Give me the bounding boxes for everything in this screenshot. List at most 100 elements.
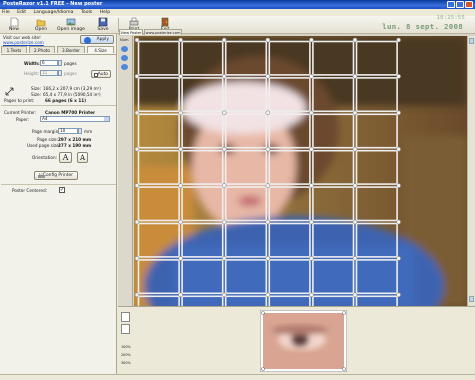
zoom-in-icon[interactable]: [121, 46, 128, 52]
zoom-out-icon[interactable]: [121, 55, 128, 61]
page-tile: [268, 149, 311, 185]
page-tile: [312, 149, 355, 185]
grid-marker: [221, 146, 227, 152]
height-input[interactable]: 11: [40, 70, 58, 76]
zoom-100[interactable]: 100%: [121, 345, 131, 349]
vertical-scrollbar[interactable]: [467, 36, 475, 306]
grid-marker: [134, 37, 140, 43]
chevron-down-icon[interactable]: [104, 117, 109, 121]
zoom-300[interactable]: 300%: [121, 361, 131, 365]
page-tile: [355, 222, 398, 258]
page-size-value: 297 x 210 mm: [58, 137, 92, 142]
grid-marker: [221, 292, 227, 298]
tab-border[interactable]: 3.Border: [57, 46, 85, 53]
grid-marker: [352, 74, 358, 79]
grid-marker: [134, 74, 140, 79]
open-button[interactable]: Open: [30, 17, 52, 33]
pages-to-print-value: 66 pages (6 x 11): [45, 98, 87, 103]
tab-view-poster[interactable]: View Poster: [119, 29, 143, 35]
height-unit: pages: [64, 71, 77, 76]
width-input[interactable]: 6: [40, 60, 58, 66]
grid-marker: [352, 146, 358, 152]
page-tile: [224, 40, 268, 76]
page-tile: [355, 295, 398, 306]
printer-value: Canon MP700 Printer: [45, 110, 96, 115]
tab-size[interactable]: 4.Size: [87, 46, 114, 53]
poster-canvas[interactable]: [134, 36, 467, 306]
portrait-button[interactable]: A: [59, 152, 72, 163]
poster-centered-checkbox[interactable]: ✓: [59, 187, 65, 193]
zoom-200[interactable]: 200%: [121, 353, 131, 357]
page-icon[interactable]: [121, 324, 130, 334]
apply-label: Apply: [96, 37, 109, 42]
section-divider: [1, 184, 116, 185]
menu-file[interactable]: File: [2, 10, 10, 15]
grid-marker: [265, 219, 271, 225]
height-spinner[interactable]: [58, 70, 62, 76]
margin-unit: mm: [84, 129, 93, 134]
tab-photo[interactable]: 2.Photo: [29, 46, 55, 53]
auto-label: Auto: [97, 72, 108, 77]
settings-panel: Visit our web site! www.posterize.com Ap…: [0, 34, 117, 374]
grid-marker: [265, 292, 271, 298]
page-tile: [268, 259, 311, 295]
auto-toggle[interactable]: Auto: [91, 70, 111, 78]
open-image-button[interactable]: Open image: [56, 17, 86, 33]
paper-select[interactable]: A4: [40, 116, 110, 122]
margin-input[interactable]: 10: [58, 128, 78, 134]
resize-arrows-icon: [5, 87, 14, 96]
config-printer-button[interactable]: Config Printer: [34, 171, 78, 180]
page-tile: [137, 186, 180, 222]
margin-spinner[interactable]: [78, 128, 82, 134]
menu-language[interactable]: Language/Idioma: [34, 10, 74, 15]
auto-checkbox[interactable]: [94, 72, 98, 77]
exit-door-icon: [161, 17, 169, 27]
printer-icon: [38, 173, 45, 178]
page-tile: [137, 113, 180, 149]
tab-website[interactable]: www.posterize.com: [144, 29, 182, 35]
width-spinner[interactable]: [58, 60, 62, 66]
tab-texts[interactable]: 1.Texts: [1, 46, 27, 53]
close-button[interactable]: [465, 1, 473, 8]
menu-tools[interactable]: Tools: [81, 10, 92, 15]
window-title: PosteRazor v1.1 FREE - New poster: [3, 1, 103, 7]
grid-marker: [309, 183, 314, 188]
grid-marker: [265, 183, 271, 188]
page-tile: [181, 113, 224, 149]
page-tile: [312, 113, 355, 149]
scroll-down-button[interactable]: [469, 296, 474, 302]
grid-marker: [221, 183, 227, 188]
apply-button[interactable]: Apply: [80, 35, 114, 44]
page-tile: [355, 77, 398, 113]
landscape-button[interactable]: A: [77, 152, 88, 163]
save-button[interactable]: Save: [92, 17, 114, 33]
image-icon: [66, 18, 76, 26]
website-link[interactable]: www.posterize.com: [3, 40, 44, 45]
clock-display: 10:25:55: [436, 15, 465, 21]
scroll-up-button[interactable]: [469, 38, 474, 44]
grid-marker: [178, 219, 183, 225]
new-button[interactable]: New: [3, 17, 25, 33]
width-label: Width:: [24, 61, 40, 66]
maximize-button[interactable]: [456, 1, 464, 8]
title-bar: PosteRazor v1.1 FREE - New poster: [0, 0, 475, 9]
grid-marker: [134, 292, 140, 298]
printer-icon: [129, 17, 139, 26]
page-grid: [134, 37, 401, 306]
page-tile: [268, 295, 311, 306]
minimize-button[interactable]: [447, 1, 455, 8]
fit-view-icon[interactable]: [121, 64, 128, 70]
pages-to-print-label: Pages to print:: [4, 98, 35, 103]
page-tile: [312, 222, 355, 258]
page-tile: [268, 40, 311, 76]
grid-marker: [178, 292, 183, 298]
page-tile: [355, 259, 398, 295]
orientation-label: Orientation:: [32, 155, 58, 160]
page-tile: [355, 113, 398, 149]
view-tabs: View Poster www.posterize.com: [118, 29, 475, 35]
grid-marker: [352, 37, 358, 43]
size-cm-value: 166,2 x 207,9 cm (3,29 m²): [43, 86, 101, 91]
menu-edit[interactable]: Edit: [17, 10, 26, 15]
page-icon[interactable]: [121, 312, 130, 322]
menu-help[interactable]: Help: [100, 10, 110, 15]
